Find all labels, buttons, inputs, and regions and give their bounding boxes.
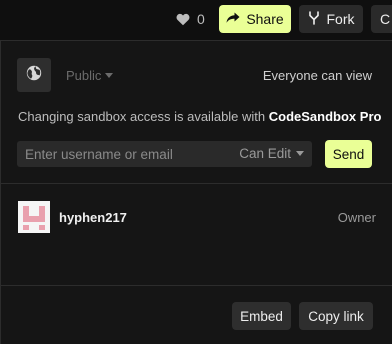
codesandbox-pro-link[interactable]: CodeSandbox Pro [269, 109, 382, 124]
embed-button[interactable]: Embed [232, 302, 291, 330]
visibility-icon-box [17, 58, 51, 92]
create-button[interactable]: C [371, 5, 392, 33]
divider [1, 183, 392, 184]
like-count: 0 [197, 11, 205, 27]
chevron-down-icon [296, 151, 304, 156]
avatar-pixel [29, 216, 39, 222]
pro-upsell-text: Changing sandbox access is available wit… [18, 109, 381, 124]
like-counter[interactable]: 0 [176, 11, 205, 27]
member-role: Owner [337, 210, 376, 225]
fork-label: Fork [326, 11, 355, 27]
visibility-description: Everyone can view [262, 68, 372, 83]
avatar [18, 201, 50, 233]
avatar-pixel [39, 225, 45, 230]
avatar-pixel [39, 206, 45, 222]
invite-field: Can Edit [17, 141, 312, 167]
chevron-down-icon [105, 73, 114, 78]
invite-input[interactable] [17, 141, 232, 167]
fork-icon [308, 10, 320, 28]
member-row: hyphen217 Owner [18, 201, 376, 233]
member-name: hyphen217 [59, 210, 127, 225]
share-button[interactable]: Share [219, 5, 291, 33]
send-button[interactable]: Send [325, 140, 372, 168]
share-arrow-icon [226, 11, 240, 27]
upsell-text: Changing sandbox access is available wit… [18, 109, 269, 124]
top-toolbar: 0 Share Fork C [0, 0, 392, 40]
divider [1, 285, 392, 286]
avatar-pixel [23, 225, 29, 230]
visibility-select[interactable]: Public [66, 68, 114, 83]
permission-value: Can Edit [239, 146, 291, 161]
heart-icon [176, 13, 190, 26]
visibility-value: Public [66, 68, 102, 83]
globe-icon [26, 65, 42, 86]
share-popover: Public Everyone can view Changing sandbo… [0, 40, 392, 344]
permission-select[interactable]: Can Edit [239, 146, 304, 161]
copy-link-button[interactable]: Copy link [299, 302, 373, 330]
fork-button[interactable]: Fork [299, 5, 363, 33]
share-label: Share [246, 11, 284, 27]
